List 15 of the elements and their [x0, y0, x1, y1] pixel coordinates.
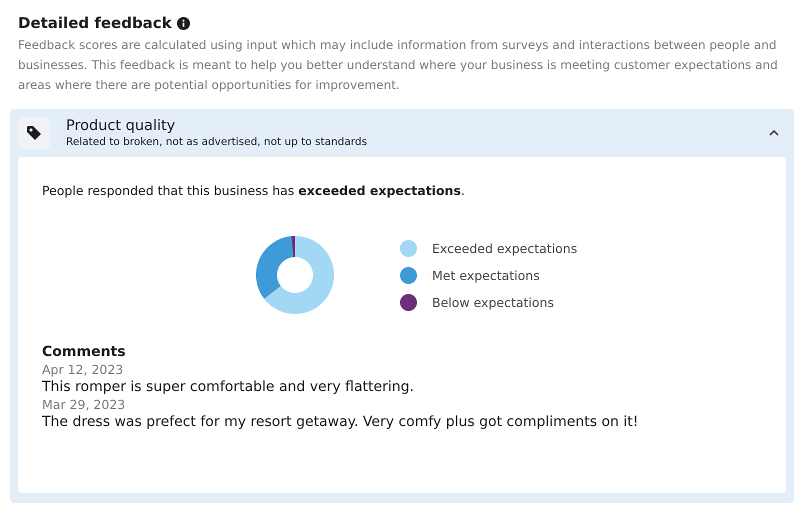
tag-icon [18, 117, 50, 149]
legend-label: Met expectations [432, 268, 540, 282]
comment-date: Mar 29, 2023 [42, 397, 126, 412]
comment-text: This romper is super comfortable and very flattering. [42, 379, 416, 395]
summary-text: People responded that this business has exceeded expectations. [42, 183, 466, 198]
section-title: Detailed feedback [18, 14, 172, 32]
info-icon[interactable] [176, 16, 190, 30]
comment-date: Apr 12, 2023 [42, 362, 124, 377]
comment-text: The dress was prefect for my resort getaway. Very comfy plus got compliments on it! [42, 414, 640, 430]
category-title: Product quality [66, 118, 176, 134]
legend-label: Exceeded expectations [432, 240, 578, 256]
category-subtitle: Related to broken, not as advertised, not up to standards [66, 136, 368, 148]
section-description: Feedback scores are calculated using input which may include information from surveys and interactions between people and businesses. This feedback is meant to help you better understand where your business is meeting customer expectations and areas where there are potential opportunities for improvement. [18, 37, 779, 94]
comments-title: Comments [42, 344, 127, 360]
legend-label: Below expectations [432, 294, 554, 310]
